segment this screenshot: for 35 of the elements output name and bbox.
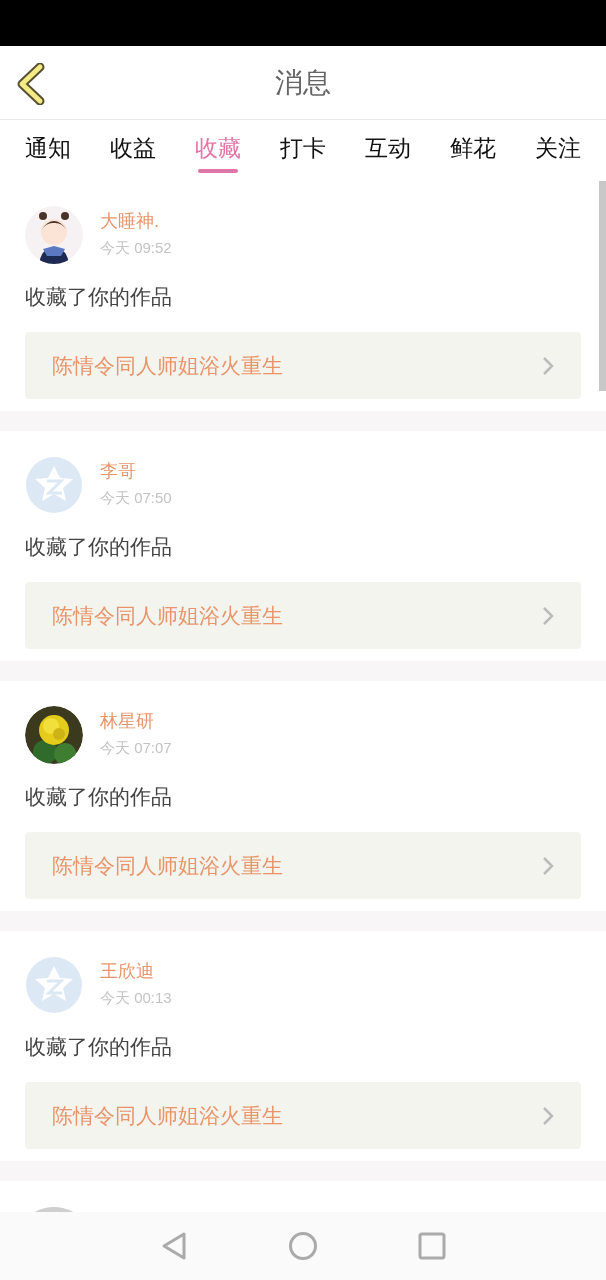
back-icon	[16, 63, 46, 105]
back-nav-icon[interactable]	[160, 1231, 188, 1261]
work-link[interactable]: 陈情令同人师姐浴火重生	[25, 332, 581, 399]
chevron-right-icon	[542, 605, 554, 626]
message-text: 收藏了你的作品	[25, 1034, 173, 1060]
tab[interactable]: 互动	[360, 120, 416, 176]
avatar-icon	[25, 456, 83, 514]
message-text: 收藏了你的作品	[25, 534, 173, 560]
work-link[interactable]: 陈情令同人师姐浴火重生	[25, 832, 581, 899]
tab[interactable]: 收藏	[190, 120, 246, 176]
avatar-icon	[25, 956, 83, 1014]
work-link[interactable]: 陈情令同人师姐浴火重生	[25, 1082, 581, 1149]
message-time: 今天 00:13	[100, 988, 172, 1008]
message-time: 今天 07:50	[100, 488, 172, 508]
work-link[interactable]: 陈情令同人师姐浴火重生	[25, 582, 581, 649]
tab-indicator	[198, 169, 238, 173]
message-time: 今天 09:52	[100, 238, 172, 258]
tab[interactable]: 收益	[105, 120, 161, 176]
chevron-right-icon	[542, 355, 554, 376]
tab[interactable]: 打卡	[275, 120, 331, 176]
user-name[interactable]: 李哥	[100, 460, 172, 482]
user-name[interactable]: 大睡神.	[100, 210, 172, 232]
chevron-right-icon	[542, 1105, 554, 1126]
recent-apps-icon[interactable]	[418, 1232, 446, 1260]
user-name[interactable]: 王欣迪	[100, 960, 172, 982]
message-text: 收藏了你的作品	[25, 784, 173, 810]
chevron-right-icon	[542, 855, 554, 876]
tab[interactable]: 关注	[530, 120, 586, 176]
user-name[interactable]: 林星研	[100, 710, 172, 732]
page-title: 消息	[275, 65, 331, 100]
tab[interactable]: 通知	[20, 120, 76, 176]
message-text: 收藏了你的作品	[25, 284, 173, 310]
message-time: 今天 07:07	[100, 738, 172, 758]
tab[interactable]: 鲜花	[445, 120, 501, 176]
home-icon[interactable]	[288, 1231, 318, 1261]
